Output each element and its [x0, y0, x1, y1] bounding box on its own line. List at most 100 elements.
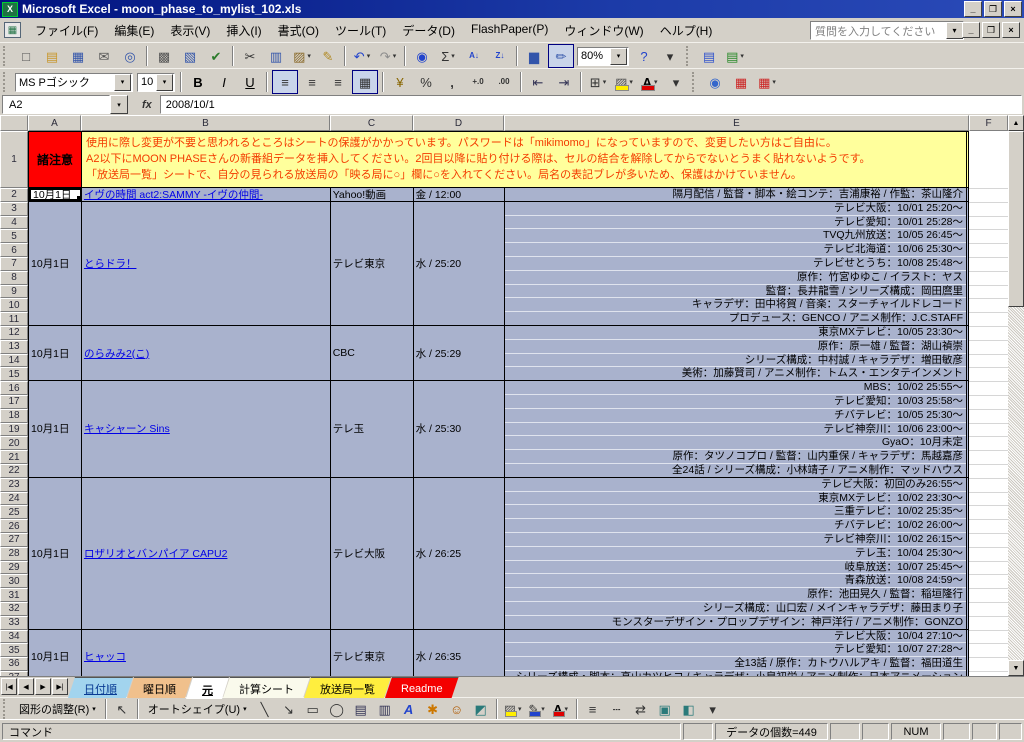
text-box-icon[interactable]: ▤ [350, 700, 372, 719]
autosum-icon[interactable]: Σ▾ [436, 45, 460, 67]
selection-fill-handle[interactable] [76, 195, 82, 201]
detail-cell-row-17[interactable]: テレビ愛知：10/03 25:58～ [505, 395, 967, 409]
cell-title[interactable]: とらドラ！ [82, 202, 331, 325]
cell-date[interactable]: 10月1日 [29, 188, 82, 201]
scroll-up-icon[interactable]: ▲ [1008, 115, 1024, 131]
detail-cell-row-22[interactable]: 全24話 / シリーズ構成：小林靖子 / アニメ制作：マッドハウス [505, 464, 967, 478]
mail-icon[interactable]: ✉ [92, 45, 116, 67]
row-header-16[interactable]: 16 [0, 381, 28, 395]
name-box[interactable]: A2 [2, 95, 110, 114]
spelling-icon[interactable]: ✔ [204, 45, 228, 67]
insert-picture-icon[interactable]: ◩ [470, 700, 492, 719]
addin-grid-red-icon[interactable]: ▦ [729, 71, 753, 93]
detail-cell-row-30[interactable]: 青森放送：10/08 24:59～ [505, 574, 967, 588]
row-header-17[interactable]: 17 [0, 395, 28, 409]
cell-date[interactable]: 10月1日 [29, 630, 82, 676]
sheet-tab-1[interactable]: 日付順 [68, 677, 133, 698]
zoom-combo[interactable]: 80%▾ [577, 47, 629, 66]
open-icon[interactable]: ▤ [40, 45, 64, 67]
cell-station[interactable]: テレビ東京 [331, 202, 414, 325]
cell-day-time[interactable]: 水 / 26:25 [414, 478, 505, 629]
cell-date[interactable]: 10月1日 [29, 381, 82, 477]
close-button[interactable]: × [1004, 1, 1022, 17]
column-f-empty[interactable] [969, 131, 1008, 676]
detail-cell-row-14[interactable]: シリーズ構成：中村誠 / キャラデザ：増田敏彦 [505, 354, 967, 368]
borders-icon[interactable]: ⊞▾ [586, 71, 610, 93]
previous-sheet-button[interactable]: ◀ [18, 678, 34, 695]
font-size-combo[interactable]: 10▾ [137, 73, 175, 92]
comma-style-icon[interactable]: , [440, 71, 464, 93]
detail-cell-row-5[interactable]: TVQ九州放送：10/05 26:45～ [505, 229, 967, 243]
title-hyperlink[interactable]: ヒャッコ [84, 649, 126, 664]
help-icon[interactable]: ? [632, 45, 656, 67]
detail-cell-row-28[interactable]: テレ玉：10/04 25:30～ [505, 547, 967, 561]
row-header-26[interactable]: 26 [0, 519, 28, 533]
cell-title[interactable]: ヒャッコ [82, 630, 331, 676]
font-color-icon[interactable]: A▾ [550, 700, 572, 719]
font-name-combo[interactable]: MS Pゴシック▾ [15, 73, 133, 92]
menu-item-6[interactable]: ツール(T) [327, 19, 394, 42]
cell-station[interactable]: CBC [331, 326, 414, 380]
minimize-button[interactable]: _ [964, 1, 982, 17]
sheet-tab-4[interactable]: 計算シート [223, 677, 310, 698]
row-header-31[interactable]: 31 [0, 588, 28, 602]
row-header-23[interactable]: 23 [0, 478, 28, 492]
column-header-E[interactable]: E [504, 115, 969, 131]
doc-minimize-button[interactable]: _ [962, 22, 980, 38]
detail-cell-row-33[interactable]: モンスターデザイン・プロップデザイン：神戸洋行 / アニメ制作：GONZO [505, 616, 967, 630]
increase-decimal-icon[interactable]: +.0 [466, 71, 490, 93]
dash-style-icon[interactable]: ┄ [606, 700, 628, 719]
detail-cell-row-32[interactable]: シリーズ構成：山口宏 / メインキャラデザ：藤田まり子 [505, 602, 967, 616]
cell-station[interactable]: テレビ大阪 [331, 478, 414, 629]
line-icon[interactable]: ╲ [254, 700, 276, 719]
toolbar-options-icon[interactable]: ▾ [658, 45, 682, 67]
shadow-style-icon[interactable]: ▣ [654, 700, 676, 719]
row-header-6[interactable]: 6 [0, 243, 28, 257]
column-header-B[interactable]: B [81, 115, 330, 131]
toolbar-grip[interactable] [692, 72, 699, 92]
cell-date[interactable]: 10月1日 [29, 202, 82, 325]
addin-list-blue-icon[interactable]: ▤ [697, 45, 721, 67]
cell-day-time[interactable]: 水 / 25:30 [414, 381, 505, 477]
doc-restore-button[interactable]: ❐ [982, 22, 1000, 38]
fill-color-icon[interactable]: ▨▾ [502, 700, 524, 719]
cell-station[interactable]: Yahoo!動画 [331, 188, 414, 201]
toolbar-options-icon[interactable]: ▾ [664, 71, 688, 93]
oval-icon[interactable]: ◯ [326, 700, 348, 719]
detail-cell-row-6[interactable]: テレビ北海道：10/06 25:30～ [505, 243, 967, 257]
row-header-5[interactable]: 5 [0, 229, 28, 243]
cell-day-time[interactable]: 水 / 26:35 [414, 630, 505, 676]
sheet-tab-3[interactable]: 元 [186, 677, 229, 699]
detail-cell-row-24[interactable]: 東京MXテレビ：10/02 23:30～ [505, 492, 967, 506]
format-painter-icon[interactable]: ✎ [316, 45, 340, 67]
row-header-29[interactable]: 29 [0, 561, 28, 575]
row-header-8[interactable]: 8 [0, 271, 28, 285]
detail-cell-row-20[interactable]: GyaO：10月未定 [505, 436, 967, 450]
cell-day-time[interactable]: 水 / 25:29 [414, 326, 505, 380]
line-style-icon[interactable]: ≡ [582, 700, 604, 719]
chart-wizard-icon[interactable]: ▆ [522, 45, 546, 67]
row-header-9[interactable]: 9 [0, 285, 28, 299]
title-hyperlink[interactable]: イヴの時間 act2:SAMMY -イヴの仲間- [84, 188, 263, 201]
row-header-20[interactable]: 20 [0, 436, 28, 450]
detail-cell-row-4[interactable]: テレビ愛知：10/01 25:28～ [505, 216, 967, 230]
cell-day-time[interactable]: 水 / 25:20 [414, 202, 505, 325]
currency-style-icon[interactable]: ¥ [388, 71, 412, 93]
detail-cell-row-3[interactable]: テレビ大阪：10/01 25:20～ [505, 202, 967, 216]
detail-cell-row-25[interactable]: 三重テレビ：10/02 25:35～ [505, 505, 967, 519]
paste-icon[interactable]: ▨▾ [290, 45, 314, 67]
title-hyperlink[interactable]: キャシャーン Sins [84, 421, 170, 436]
save-icon[interactable]: ▦ [66, 45, 90, 67]
title-hyperlink[interactable]: のらみみ2(こ) [84, 346, 149, 361]
cell-A1-notice[interactable]: 諸注意 [29, 132, 82, 187]
increase-indent-icon[interactable]: ⇥ [552, 71, 576, 93]
row-header-25[interactable]: 25 [0, 505, 28, 519]
menu-item-9[interactable]: ウィンドウ(W) [556, 19, 651, 42]
detail-cell-row-34[interactable]: テレビ大阪：10/04 27:10～ [505, 630, 967, 644]
row-header-12[interactable]: 12 [0, 326, 28, 340]
addin-list-green-icon[interactable]: ▤▾ [723, 45, 747, 67]
cell-title[interactable]: のらみみ2(こ) [82, 326, 331, 380]
title-hyperlink[interactable]: ロザリオとバンパイア CAPU2 [84, 546, 227, 561]
row-header-19[interactable]: 19 [0, 423, 28, 437]
sheet-tab-5[interactable]: 放送局一覧 [304, 677, 391, 698]
